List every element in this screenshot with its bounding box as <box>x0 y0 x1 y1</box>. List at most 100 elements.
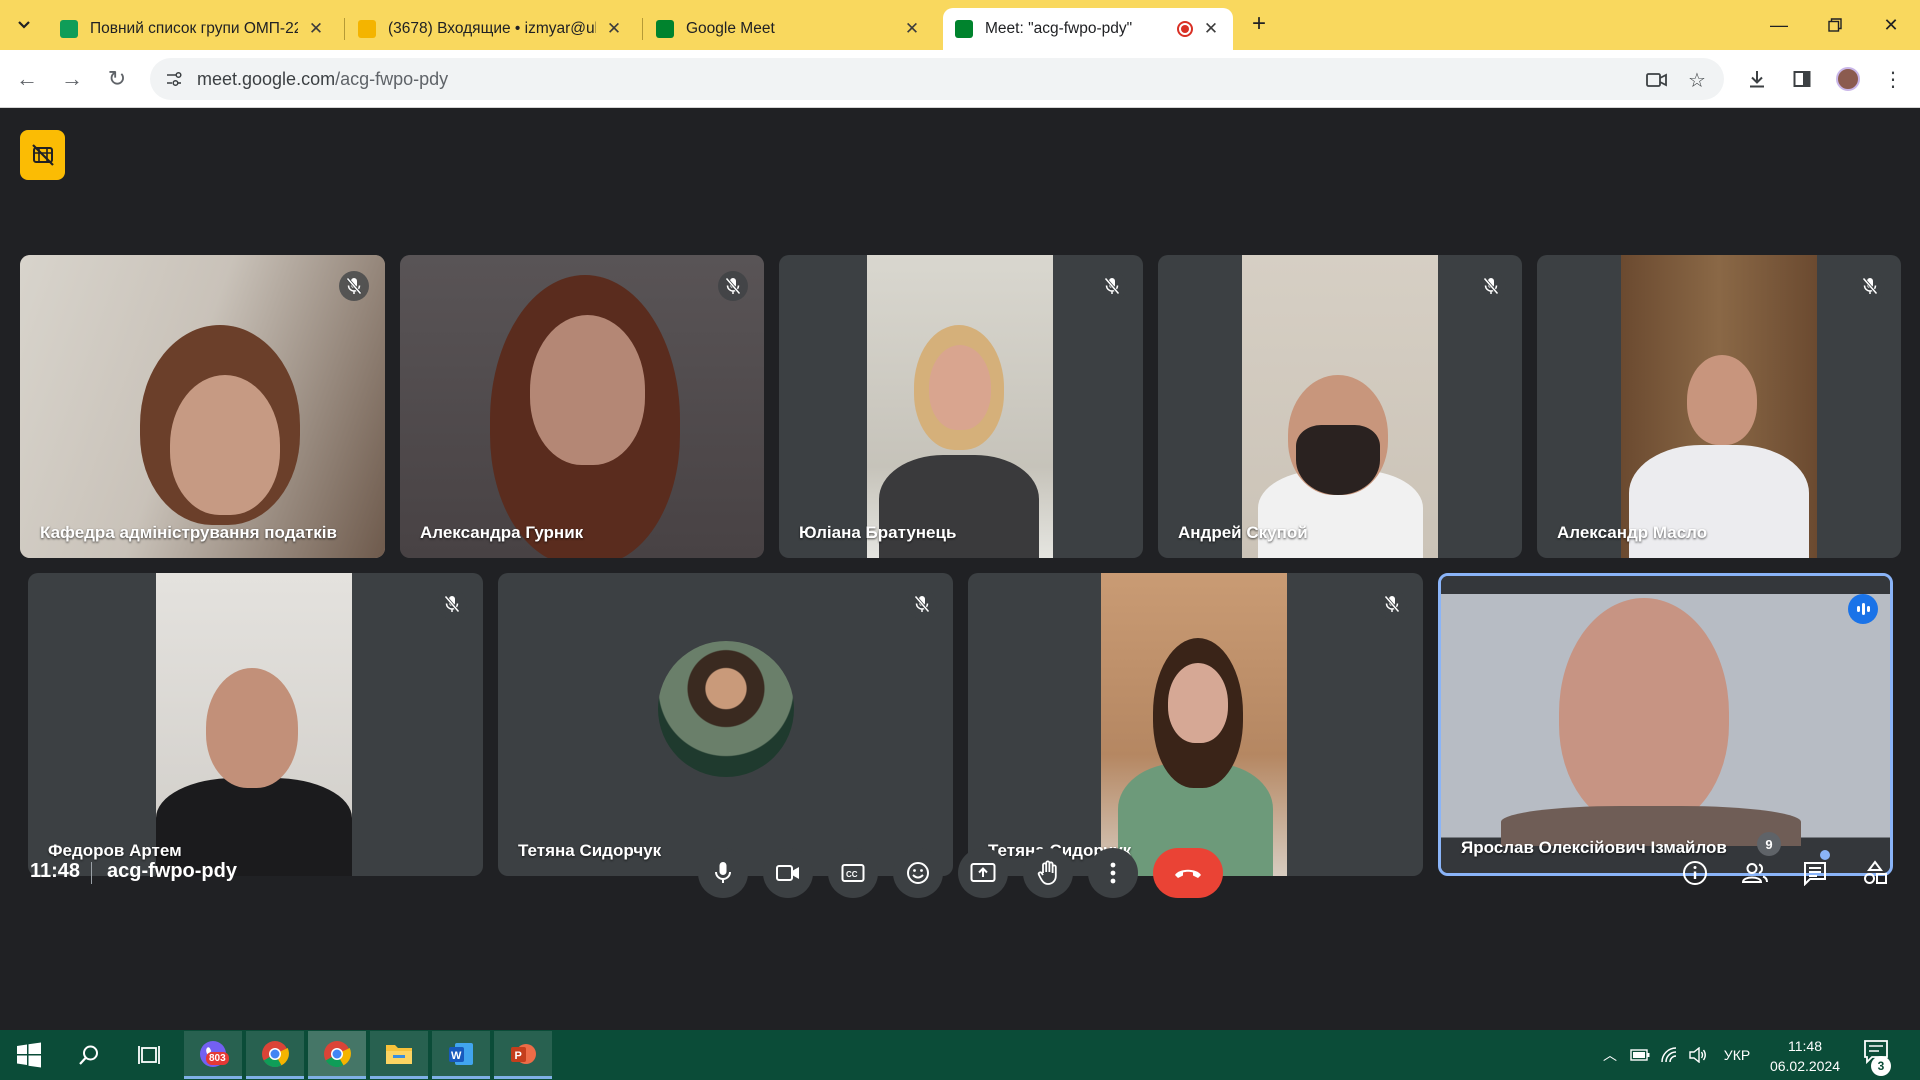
task-view-button[interactable] <box>120 1031 178 1079</box>
tab-divider <box>642 18 643 40</box>
windows-taskbar: W P ︿ УКР 11:48 06.02.2024 3 <box>0 1030 1920 1080</box>
svg-text:W: W <box>451 1050 462 1062</box>
participant-name: Александр Масло <box>1557 523 1708 542</box>
participant-tile[interactable]: Андрей Скупой <box>1158 255 1522 558</box>
captions-icon: CC <box>841 864 865 882</box>
present-button[interactable] <box>958 848 1008 898</box>
participant-tile[interactable]: Юліана Братунець <box>779 255 1143 558</box>
show-hidden-icons-button[interactable]: ︿ <box>1597 1030 1623 1080</box>
browser-tab-1[interactable]: Повний список групи ОМП-22 ✕ <box>48 8 338 50</box>
chrome-app[interactable] <box>246 1031 304 1079</box>
recording-indicator-button[interactable] <box>20 130 65 180</box>
svg-text:CC: CC <box>846 870 858 879</box>
language-indicator[interactable]: УКР <box>1715 1030 1759 1080</box>
wifi-icon <box>1661 1047 1677 1063</box>
muted-indicator <box>437 589 467 619</box>
participant-tile[interactable]: Федоров Артем <box>28 573 483 876</box>
volume-indicator[interactable] <box>1685 1030 1711 1080</box>
participant-tile[interactable]: Тетяна Сидорчук <box>968 573 1423 876</box>
back-button[interactable]: ← <box>10 62 44 96</box>
raise-hand-button[interactable] <box>1023 848 1073 898</box>
reload-icon: ↻ <box>107 66 127 91</box>
microphone-button[interactable] <box>698 848 748 898</box>
close-icon[interactable]: ✕ <box>306 19 326 39</box>
more-options-button[interactable] <box>1088 848 1138 898</box>
profile-avatar[interactable] <box>1836 67 1860 91</box>
new-tab-button[interactable]: + <box>1244 10 1274 40</box>
folder-icon <box>386 1044 412 1064</box>
participant-face <box>1687 355 1757 445</box>
notification-count-badge: 3 <box>1871 1056 1891 1076</box>
close-icon[interactable]: ✕ <box>902 19 922 39</box>
participant-name: Федоров Артем <box>48 841 182 860</box>
participant-tile-speaking[interactable]: Ярослав Олексійович Ізмайлов <box>1438 573 1893 876</box>
participant-tile[interactable]: Тетяна Сидорчук <box>498 573 953 876</box>
browser-menu-button[interactable]: ⋮ <box>1876 62 1910 96</box>
chevron-up-icon: ︿ <box>1603 1047 1617 1063</box>
forward-button[interactable]: → <box>55 62 89 96</box>
mail-favicon-icon <box>358 20 376 38</box>
meet-favicon-icon <box>656 20 674 38</box>
forward-icon: → <box>61 66 83 91</box>
browser-tab-3[interactable]: Google Meet ✕ <box>644 8 934 50</box>
tab-label: Meet: "acg-fwpo-pdy" <box>985 20 1133 37</box>
divider <box>91 862 92 884</box>
side-panel-button[interactable] <box>1785 62 1819 96</box>
system-clock[interactable]: 11:48 06.02.2024 <box>1760 1036 1850 1076</box>
activities-icon <box>1864 860 1887 884</box>
close-window-button[interactable]: ✕ <box>1862 0 1920 50</box>
captions-button[interactable]: CC <box>828 848 878 898</box>
participant-tile[interactable]: Кафедра адміністрування податків <box>20 255 385 558</box>
tab-search-button[interactable] <box>8 9 40 41</box>
activities-button[interactable] <box>1853 851 1897 895</box>
leave-call-button[interactable] <box>1153 848 1223 898</box>
browser-tab-active[interactable]: Meet: "acg-fwpo-pdy" ✕ <box>943 8 1233 50</box>
muted-indicator <box>1377 589 1407 619</box>
restore-button[interactable] <box>1806 0 1864 50</box>
reactions-button[interactable] <box>893 848 943 898</box>
chat-icon <box>1804 862 1826 886</box>
participant-tile[interactable]: Александра Гурник <box>400 255 764 558</box>
hand-icon <box>1037 860 1057 885</box>
participant-face <box>1559 598 1729 828</box>
present-icon <box>970 863 996 882</box>
chrome-app-active[interactable] <box>308 1031 366 1079</box>
file-explorer-app[interactable] <box>370 1031 428 1079</box>
powerpoint-icon: P <box>511 1043 536 1064</box>
minimize-button[interactable]: — <box>1750 0 1808 50</box>
downloads-button[interactable] <box>1740 62 1774 96</box>
network-indicator[interactable] <box>1656 1030 1682 1080</box>
recording-icon <box>1177 21 1193 37</box>
people-button[interactable] <box>1733 851 1777 895</box>
participant-beard <box>1296 425 1380 495</box>
browser-tab-2[interactable]: (3678) Входящие • izmyar@ukr ✕ <box>346 8 636 50</box>
camera-in-use-button[interactable] <box>1643 66 1671 94</box>
participant-count-badge: 9 <box>1757 832 1781 856</box>
chat-unread-dot <box>1820 850 1830 860</box>
participant-tile[interactable]: Александр Масло <box>1537 255 1901 558</box>
meeting-details-button[interactable] <box>1673 851 1717 895</box>
close-icon: ✕ <box>1883 14 1899 35</box>
viber-unread-badge: 803 <box>206 1052 229 1065</box>
site-info-button[interactable] <box>160 65 188 93</box>
powerpoint-app[interactable]: P <box>494 1031 552 1079</box>
close-icon[interactable]: ✕ <box>1201 19 1221 39</box>
bookmark-button[interactable]: ☆ <box>1683 66 1711 94</box>
camera-button[interactable] <box>763 848 813 898</box>
start-button[interactable] <box>0 1031 58 1079</box>
address-bar[interactable]: meet.google.com/acg-fwpo-pdy ☆ <box>150 58 1724 100</box>
word-app[interactable]: W <box>432 1031 490 1079</box>
url-text: meet.google.com/acg-fwpo-pdy <box>197 69 448 90</box>
speaking-indicator <box>1848 594 1878 624</box>
word-icon: W <box>449 1042 473 1065</box>
mic-off-icon <box>1384 595 1400 613</box>
chat-button[interactable] <box>1793 851 1837 895</box>
participant-face <box>530 315 645 465</box>
close-icon[interactable]: ✕ <box>604 19 624 39</box>
battery-indicator[interactable] <box>1627 1030 1653 1080</box>
reload-button[interactable]: ↻ <box>100 62 134 96</box>
search-button[interactable] <box>60 1031 118 1079</box>
side-panel-icon <box>1793 71 1811 87</box>
participant-name: Тетяна Сидорчук <box>518 841 662 860</box>
participant-face <box>170 375 280 515</box>
